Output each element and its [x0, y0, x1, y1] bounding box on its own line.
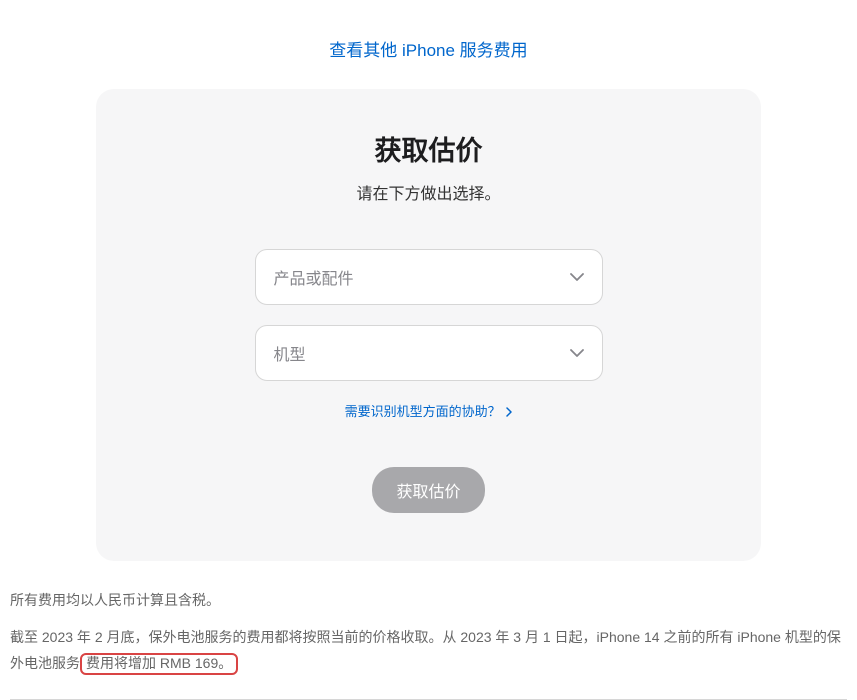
- card-title: 获取估价: [156, 129, 701, 168]
- footer-price-note: 截至 2023 年 2 月底，保外电池服务的费用都将按照当前的价格收取。从 20…: [10, 624, 847, 677]
- footer-tax-note: 所有费用均以人民币计算且含税。: [10, 587, 847, 614]
- top-link-row: 查看其他 iPhone 服务费用: [0, 0, 857, 89]
- chevron-down-icon: [570, 349, 584, 357]
- help-link-row: 需要识别机型方面的协助？: [156, 401, 701, 421]
- chevron-down-icon: [570, 273, 584, 281]
- price-increase-highlight: 费用将增加 RMB 169。: [80, 653, 238, 675]
- help-link-label: 需要识别机型方面的协助？: [345, 404, 501, 419]
- footer-note: 所有费用均以人民币计算且含税。 截至 2023 年 2 月底，保外电池服务的费用…: [0, 561, 857, 677]
- card-subtitle: 请在下方做出选择。: [156, 180, 701, 204]
- product-select[interactable]: 产品或配件: [255, 249, 603, 305]
- chevron-right-icon: [506, 405, 512, 420]
- model-select-placeholder: 机型: [274, 341, 306, 365]
- help-identify-link[interactable]: 需要识别机型方面的协助？: [345, 404, 513, 419]
- model-select[interactable]: 机型: [255, 325, 603, 381]
- product-select-placeholder: 产品或配件: [274, 265, 354, 289]
- other-services-link[interactable]: 查看其他 iPhone 服务费用: [329, 41, 527, 60]
- estimate-card: 获取估价 请在下方做出选择。 产品或配件 机型 需要识别机型方面的协助？ 获取估…: [96, 89, 761, 561]
- get-estimate-button[interactable]: 获取估价: [372, 467, 484, 513]
